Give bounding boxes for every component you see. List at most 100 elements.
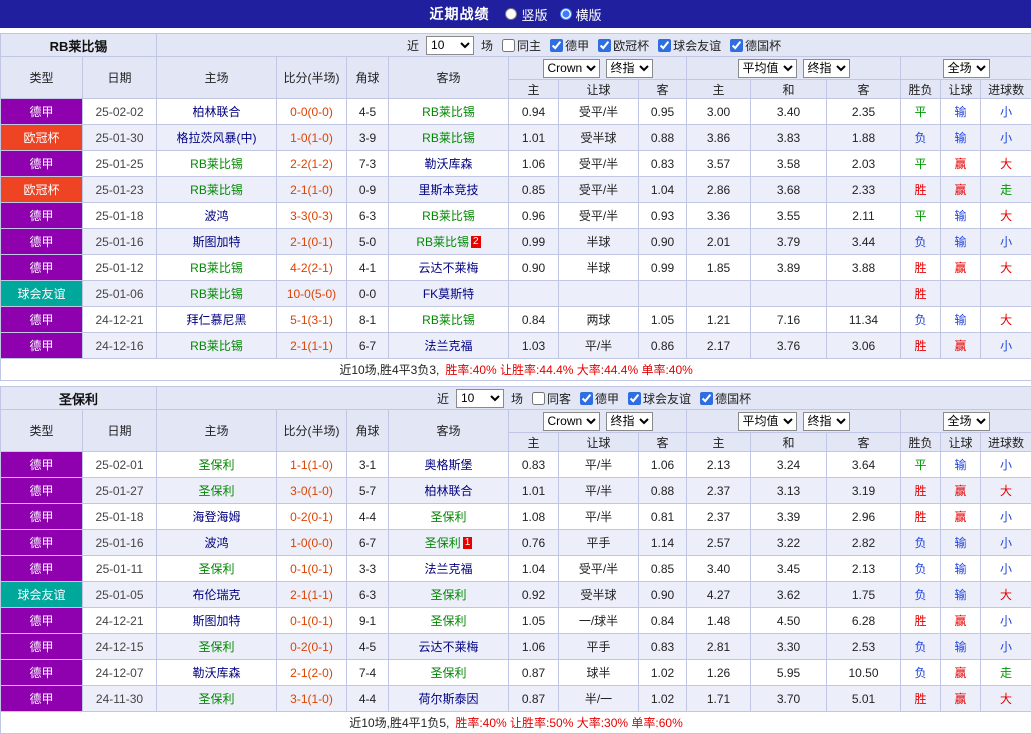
team-link[interactable]: 法兰克福 — [424, 339, 472, 353]
col-handicap: 让球 — [558, 432, 640, 452]
filter-option[interactable]: 同主 — [502, 37, 541, 54]
team-link[interactable]: RB莱比锡 — [190, 261, 243, 275]
match-score: 3-1(1-0) — [276, 685, 348, 712]
team-link[interactable]: RB莱比锡 — [422, 105, 475, 119]
team-link[interactable]: 里斯本竞技 — [418, 183, 478, 197]
team-link[interactable]: RB莱比锡 — [190, 157, 243, 171]
col-corner: 角球 — [346, 409, 390, 452]
team-link[interactable]: RB莱比锡 — [190, 287, 243, 301]
filter-option[interactable]: 同客 — [532, 390, 571, 407]
filter-checkbox[interactable] — [550, 38, 564, 52]
europe-select[interactable]: 终指 — [802, 411, 850, 431]
filter-checkbox[interactable] — [598, 38, 612, 52]
team-link[interactable]: 云达不莱梅 — [418, 261, 478, 275]
filter-checkbox[interactable] — [532, 391, 546, 405]
filter-checkbox[interactable] — [730, 38, 744, 52]
layout-radio[interactable] — [505, 8, 518, 20]
handicap-result-cell: 输 — [940, 581, 982, 608]
filter-checkbox[interactable] — [658, 38, 672, 52]
team-link[interactable]: RB莱比锡 — [190, 339, 243, 353]
europe-home-odds: 1.48 — [686, 607, 752, 634]
filter-option[interactable]: 欧冠杯 — [598, 37, 649, 54]
team-link[interactable]: 柏林联合 — [425, 484, 473, 498]
europe-home-odds: 1.71 — [686, 685, 752, 712]
europe-home-odds: 2.37 — [686, 503, 752, 530]
summary-line: 近10场,胜4平1负5, 胜率:40% 让胜率:50% 大率:30% 单率:60% — [0, 711, 1031, 734]
match-row: 德甲 24-11-30 圣保利 3-1(1-0) 4-4 荷尔斯泰因 0.87 半/一 1.02… — [0, 685, 1031, 712]
filter-option[interactable]: 德国杯 — [730, 37, 781, 54]
page-title: 近期战绩 — [429, 6, 490, 22]
layout-radio[interactable] — [559, 8, 572, 20]
scope-select[interactable]: 全场 — [942, 411, 990, 431]
team-link[interactable]: RB莱比锡 — [422, 313, 475, 327]
team-link[interactable]: 波鸿 — [205, 536, 229, 550]
match-count-select[interactable]: 10 — [426, 35, 475, 55]
team-link[interactable]: RB莱比锡 — [422, 209, 475, 223]
handicap-result-cell: 输 — [940, 306, 981, 333]
filter-option[interactable]: 德甲 — [580, 390, 619, 407]
team-link[interactable]: 圣保利 — [199, 484, 235, 498]
layout-option[interactable]: 竖版 — [505, 5, 548, 24]
filter-option[interactable]: 球会友谊 — [658, 37, 721, 54]
team-link[interactable]: 荷尔斯泰因 — [419, 692, 479, 706]
league-badge: 球会友谊 — [0, 581, 83, 608]
team-link[interactable]: RB莱比锡 — [422, 131, 475, 145]
asia-handicap: 平/半 — [558, 332, 639, 359]
europe-select[interactable]: 平均值 — [737, 58, 797, 78]
filter-option[interactable]: 德甲 — [550, 37, 589, 54]
match-date: 25-01-06 — [82, 280, 157, 307]
scope-select[interactable]: 全场 — [942, 58, 990, 78]
layout-option[interactable]: 横版 — [559, 5, 602, 24]
corner-score: 6-7 — [346, 529, 390, 556]
asia-select[interactable]: 终指 — [605, 58, 653, 78]
result-cell: 胜 — [900, 503, 942, 530]
summary-line: 近10场,胜4平3负3, 胜率:40% 让胜率:44.4% 大率:44.4% 单率… — [0, 358, 1031, 381]
team-link[interactable]: 奥格斯堡 — [425, 458, 473, 472]
team-link[interactable]: 布伦瑞克 — [193, 588, 241, 602]
match-row: 德甲 25-01-11 圣保利 0-1(0-1) 3-3 法兰克福 1.04 受平/半 0.85… — [0, 555, 1031, 582]
filter-option[interactable]: 德国杯 — [700, 390, 751, 407]
team-link[interactable]: FK莫斯特 — [423, 287, 474, 301]
team-link[interactable]: 圣保利 — [199, 640, 235, 654]
col-home: 主场 — [156, 409, 278, 452]
team-link[interactable]: RB莱比锡 — [190, 183, 243, 197]
team-link[interactable]: 勒沃库森 — [193, 666, 241, 680]
team-cell: 波鸿 — [156, 202, 277, 229]
team-link[interactable]: 格拉茨风暴(中) — [177, 131, 257, 145]
europe-select[interactable]: 平均值 — [737, 411, 797, 431]
team-link[interactable]: 柏林联合 — [192, 105, 240, 119]
team-link[interactable]: 海登海姆 — [193, 510, 241, 524]
team-link[interactable]: 圣保利 — [431, 510, 467, 524]
team-link[interactable]: 拜仁慕尼黑 — [186, 313, 246, 327]
corner-score: 3-9 — [346, 124, 389, 151]
team-link[interactable]: RB莱比锡 — [416, 235, 469, 249]
team-cell: 海登海姆 — [156, 503, 278, 530]
filter-checkbox[interactable] — [700, 391, 714, 405]
match-date: 24-12-21 — [81, 607, 158, 634]
match-count-select[interactable]: 10 — [456, 388, 504, 408]
team-link[interactable]: 圣保利 — [199, 692, 235, 706]
europe-select[interactable]: 终指 — [802, 58, 850, 78]
filter-checkbox[interactable] — [502, 38, 516, 52]
team-link[interactable]: 圣保利 — [199, 458, 235, 472]
team-link[interactable]: 圣保利 — [431, 666, 467, 680]
asia-select[interactable]: Crown — [542, 411, 600, 431]
asia-select[interactable]: 终指 — [605, 411, 653, 431]
team-link[interactable]: 圣保利 — [431, 588, 467, 602]
result-cell: 负 — [900, 659, 942, 686]
team-link[interactable]: 云达不莱梅 — [419, 640, 479, 654]
team-link[interactable]: 斯图加特 — [193, 614, 241, 628]
filter-option[interactable]: 球会友谊 — [628, 390, 691, 407]
team-link[interactable]: 圣保利 — [431, 614, 467, 628]
filter-checkbox[interactable] — [628, 391, 642, 405]
team-link[interactable]: 圣保利 — [199, 562, 235, 576]
europe-home-odds: 1.26 — [686, 659, 752, 686]
goals-result-cell: 大 — [979, 254, 1031, 281]
team-link[interactable]: 勒沃库森 — [424, 157, 472, 171]
team-link[interactable]: 法兰克福 — [425, 562, 473, 576]
filter-checkbox[interactable] — [580, 391, 594, 405]
team-link[interactable]: 斯图加特 — [192, 235, 240, 249]
team-link[interactable]: 圣保利 — [425, 536, 461, 550]
asia-select[interactable]: Crown — [542, 58, 600, 78]
team-link[interactable]: 波鸿 — [204, 209, 228, 223]
